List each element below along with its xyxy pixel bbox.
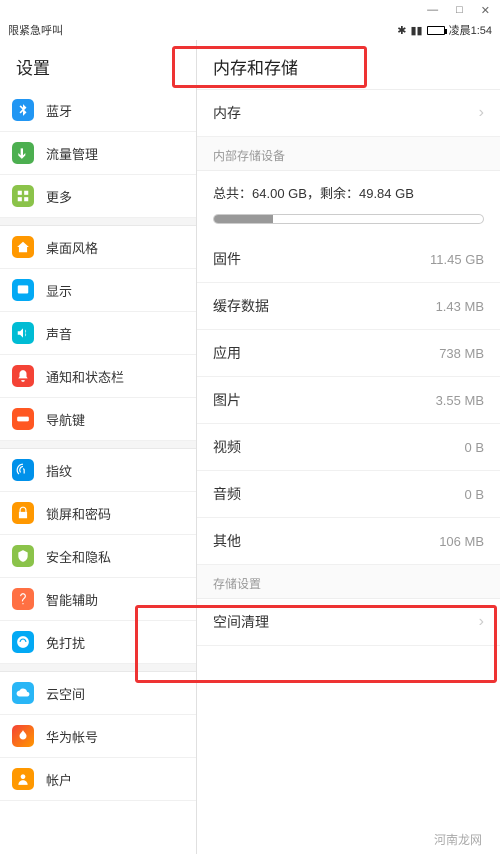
fingerprint-icon [12,459,34,481]
minimize-button[interactable]: — [427,4,438,16]
display-icon [12,279,34,301]
huawei-icon [12,725,34,747]
window-controls: — □ ✕ [0,0,500,20]
sidebar-item-label: 蓝牙 [46,101,72,120]
sidebar-item-home-style[interactable]: 桌面风格 [0,226,196,269]
navkey-icon [12,408,34,430]
emergency-call-text: 限紧急呼叫 [8,22,63,38]
storage-progress-bar [213,214,484,224]
space-cleanup-row[interactable]: 空间清理 › [197,599,500,646]
assist-icon [12,588,34,610]
sidebar-item-label: 导航键 [46,410,85,429]
bluetooth-status-icon: ✱ [397,24,406,37]
cloud-icon [12,682,34,704]
sidebar-item-cloud[interactable]: 云空间 [0,672,196,715]
storage-item-label: 音频 [213,484,241,504]
sidebar-item-data[interactable]: 流量管理 [0,132,196,175]
sidebar-item-label: 帐户 [46,770,72,789]
account-icon [12,768,34,790]
settings-title: 设置 [0,40,196,89]
more-icon [12,185,34,207]
storage-item-row[interactable]: 应用 738 MB [197,330,500,377]
sidebar-item-more[interactable]: 更多 [0,175,196,218]
sidebar-item-label: 安全和隐私 [46,547,111,566]
storage-item-label: 视频 [213,437,241,457]
storage-item-row[interactable]: 视频 0 B [197,424,500,471]
sidebar-item-sound[interactable]: 声音 [0,312,196,355]
detail-title: 内存和存储 [197,40,500,90]
sidebar-item-assist[interactable]: 智能辅助 [0,578,196,621]
storage-item-value: 0 B [464,440,484,455]
security-icon [12,545,34,567]
chevron-right-icon: › [479,613,484,631]
data-icon [12,142,34,164]
signal-icon: ▮▮ [410,24,422,37]
storage-item-label: 固件 [213,249,241,269]
space-cleanup-label: 空间清理 [213,612,269,632]
close-button[interactable]: ✕ [481,4,490,17]
maximize-button[interactable]: □ [456,4,463,16]
clock-text: 凌晨1:54 [449,22,492,38]
sidebar-item-label: 锁屏和密码 [46,504,111,523]
sidebar-item-account[interactable]: 帐户 [0,758,196,801]
sidebar-item-dnd[interactable]: 免打扰 [0,621,196,664]
status-bar: 限紧急呼叫 ✱ ▮▮ 凌晨1:54 [0,20,500,40]
storage-item-row[interactable]: 音频 0 B [197,471,500,518]
storage-item-value: 1.43 MB [436,299,484,314]
storage-item-value: 106 MB [439,534,484,549]
sidebar-item-display[interactable]: 显示 [0,269,196,312]
storage-item-label: 图片 [213,390,241,410]
storage-summary: 总共：64.00 GB，剩余：49.84 GB [197,171,500,208]
storage-item-value: 11.45 GB [430,252,484,267]
storage-item-value: 0 B [464,487,484,502]
storage-item-label: 应用 [213,343,241,363]
battery-icon [427,26,445,35]
home-style-icon [12,236,34,258]
sidebar-item-label: 显示 [46,281,72,300]
sidebar-item-navkey[interactable]: 导航键 [0,398,196,441]
sidebar-item-label: 更多 [46,187,72,206]
sidebar-item-label: 智能辅助 [46,590,98,609]
storage-item-row[interactable]: 图片 3.55 MB [197,377,500,424]
sidebar-item-huawei[interactable]: 华为帐号 [0,715,196,758]
storage-item-value: 738 MB [439,346,484,361]
memory-label: 内存 [213,103,241,123]
watermark-text: 河南龙网 [434,831,482,848]
chevron-right-icon: › [479,104,484,122]
storage-item-label: 其他 [213,531,241,551]
sidebar-item-label: 华为帐号 [46,727,98,746]
storage-item-value: 3.55 MB [436,393,484,408]
sidebar-item-security[interactable]: 安全和隐私 [0,535,196,578]
bluetooth-icon [12,99,34,121]
sidebar-item-fingerprint[interactable]: 指纹 [0,449,196,492]
storage-item-row[interactable]: 缓存数据 1.43 MB [197,283,500,330]
storage-item-label: 缓存数据 [213,296,269,316]
sidebar-item-label: 桌面风格 [46,238,98,257]
sound-icon [12,322,34,344]
lock-icon [12,502,34,524]
sidebar-item-lock[interactable]: 锁屏和密码 [0,492,196,535]
notification-icon [12,365,34,387]
sidebar-item-label: 免打扰 [46,633,85,652]
detail-panel: 内存和存储 内存 › 内部存储设备 总共：64.00 GB，剩余：49.84 G… [197,40,500,854]
sidebar-item-label: 通知和状态栏 [46,367,124,386]
sidebar-item-label: 声音 [46,324,72,343]
storage-settings-header: 存储设置 [197,565,500,599]
storage-item-row[interactable]: 固件 11.45 GB [197,236,500,283]
storage-item-row[interactable]: 其他 106 MB [197,518,500,565]
memory-row[interactable]: 内存 › [197,90,500,137]
sidebar-item-label: 指纹 [46,461,72,480]
sidebar-item-label: 云空间 [46,684,85,703]
dnd-icon [12,631,34,653]
storage-progress-fill [214,215,273,223]
sidebar-item-bluetooth[interactable]: 蓝牙 [0,89,196,132]
sidebar-item-label: 流量管理 [46,144,98,163]
settings-sidebar: 设置 蓝牙流量管理更多桌面风格显示声音通知和状态栏导航键指纹锁屏和密码安全和隐私… [0,40,197,854]
sidebar-item-notification[interactable]: 通知和状态栏 [0,355,196,398]
internal-storage-header: 内部存储设备 [197,137,500,171]
